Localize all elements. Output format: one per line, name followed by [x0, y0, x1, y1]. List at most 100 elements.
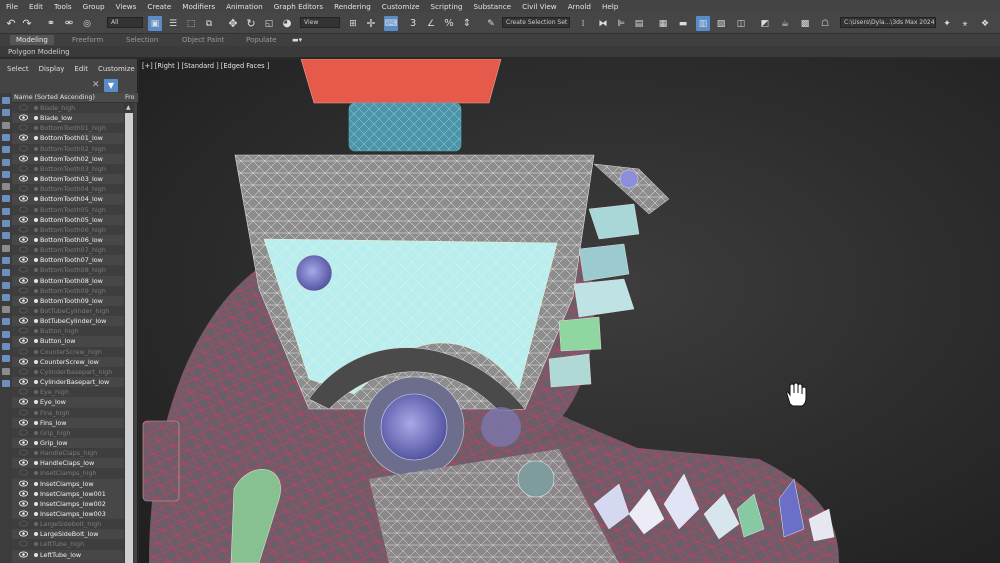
eye-hidden-icon[interactable] [19, 307, 28, 314]
menu-tools[interactable]: Tools [54, 2, 72, 11]
filter-icon[interactable]: ▼ [104, 79, 118, 92]
filter-toggle-icon[interactable] [2, 318, 10, 326]
filter-toggle-icon[interactable] [2, 244, 10, 252]
link-icon[interactable]: ⚭ [44, 16, 58, 31]
eye-icon[interactable] [19, 500, 28, 507]
filter-toggle-icon[interactable] [2, 256, 10, 264]
select-by-name-icon[interactable]: ☰ [166, 16, 180, 31]
list-item[interactable]: BottomTooth08_high [12, 265, 124, 276]
eye-hidden-icon[interactable] [19, 246, 28, 253]
select-object-icon[interactable]: ▣ [148, 16, 162, 31]
eye-hidden-icon[interactable] [19, 124, 28, 131]
eye-icon[interactable] [19, 378, 28, 385]
list-item[interactable]: BottomTooth05_high [12, 204, 124, 215]
list-item[interactable]: BottomTooth05_low [12, 214, 124, 225]
menu-civil-view[interactable]: Civil View [522, 2, 557, 11]
eye-icon[interactable] [19, 114, 28, 121]
scroll-up-icon[interactable]: ▲ [126, 104, 131, 111]
list-item[interactable]: BottomTooth07_low [12, 255, 124, 266]
explorer-menu-display[interactable]: Display [39, 65, 65, 77]
eye-icon[interactable] [19, 175, 28, 182]
menu-rendering[interactable]: Rendering [334, 2, 371, 11]
schematic-view-icon[interactable]: ▧ [714, 16, 728, 31]
eye-icon[interactable] [19, 530, 28, 537]
keyboard-shortcut-toggle-icon[interactable]: ⌨ [384, 16, 398, 31]
filter-toggle-icon[interactable] [2, 281, 10, 289]
filter-toggle-icon[interactable] [2, 343, 10, 350]
column-name-header[interactable]: Name (Sorted Ascending) [14, 94, 95, 101]
rectangular-selection-icon[interactable]: ⬚ [184, 16, 198, 31]
eye-hidden-icon[interactable] [19, 287, 28, 294]
list-item[interactable]: BottomTooth09_high [12, 285, 124, 296]
list-item[interactable]: BottomTooth01_low [12, 133, 124, 144]
eye-hidden-icon[interactable] [19, 185, 28, 192]
menu-create[interactable]: Create [147, 2, 171, 11]
eye-icon[interactable] [19, 419, 28, 426]
eye-hidden-icon[interactable] [19, 540, 28, 547]
explorer-menu-select[interactable]: Select [7, 65, 29, 77]
eye-icon[interactable] [19, 317, 28, 324]
menu-views[interactable]: Views [116, 2, 137, 11]
workspace-path-dropdown[interactable]: C:\Users\Dyla...\3ds Max 2024 [840, 17, 936, 28]
eye-icon[interactable] [19, 195, 28, 202]
unlink-icon[interactable]: ⚮ [62, 16, 76, 31]
list-item[interactable]: BottomTooth04_high [12, 184, 124, 195]
filter-toggle-icon[interactable] [2, 269, 10, 277]
tab-freeform[interactable]: Freeform [72, 36, 103, 44]
list-item[interactable]: Button_low [12, 336, 124, 347]
list-item[interactable]: Grip_high [12, 427, 124, 438]
eye-hidden-icon[interactable] [19, 104, 28, 111]
filter-toggle-icon[interactable] [2, 97, 10, 104]
menu-group[interactable]: Group [83, 2, 105, 11]
eye-hidden-icon[interactable] [19, 226, 28, 233]
menu-help[interactable]: Help [602, 2, 618, 11]
undo-icon[interactable]: ↶ [4, 16, 18, 31]
selection-set-icon[interactable]: ⁞ [576, 16, 590, 31]
list-item[interactable]: LeftTube_low [12, 549, 124, 560]
list-item[interactable]: Fins_high [12, 407, 124, 418]
list-item[interactable]: InsetClamps_low003 [12, 509, 124, 520]
scale-icon[interactable]: ◱ [262, 16, 276, 31]
rotate-icon[interactable]: ↻ [244, 16, 258, 31]
eye-icon[interactable] [19, 439, 28, 446]
list-item[interactable]: HandleClaps_high [12, 448, 124, 459]
list-item[interactable]: CylinderBasepart_high [12, 366, 124, 378]
tab-selection[interactable]: Selection [126, 36, 158, 44]
list-item[interactable]: InsetClamps_low [12, 478, 124, 489]
list-item[interactable]: BottomTooth02_low [12, 153, 124, 164]
filter-toggle-icon[interactable] [2, 158, 10, 166]
eye-hidden-icon[interactable] [19, 266, 28, 273]
list-item[interactable]: BottomTooth07_high [12, 245, 124, 256]
eye-icon[interactable] [19, 236, 28, 243]
select-manipulate-icon[interactable]: ✛ [364, 16, 378, 31]
ribbon-options-icon[interactable]: ▬▾ [292, 36, 302, 44]
placement-icon[interactable]: ◕ [280, 16, 294, 31]
list-item[interactable]: Eye_low [12, 397, 124, 408]
filter-toggle-icon[interactable] [2, 170, 10, 178]
filter-toggle-icon[interactable] [2, 195, 10, 203]
list-item[interactable]: BottomTooth09_low [12, 295, 124, 306]
ribbon-toggle-icon[interactable]: ▬ [676, 16, 690, 31]
filter-toggle-icon[interactable] [2, 121, 10, 129]
eye-hidden-icon[interactable] [19, 388, 28, 395]
list-item[interactable]: BottomTooth04_low [12, 194, 124, 205]
list-item[interactable]: BottomTooth02_high [12, 143, 124, 154]
menu-arnold[interactable]: Arnold [568, 2, 591, 11]
eye-icon[interactable] [19, 216, 28, 223]
polygon-modeling-panel[interactable]: Polygon Modeling [8, 48, 70, 56]
eye-hidden-icon[interactable] [19, 327, 28, 334]
column-frozen-header[interactable]: Fro [125, 94, 134, 101]
list-item[interactable]: Blade_high [12, 103, 124, 114]
eye-icon[interactable] [19, 479, 28, 487]
tab-populate[interactable]: Populate [246, 36, 276, 44]
menu-file[interactable]: File [6, 2, 18, 11]
viewport-canvas[interactable] [139, 59, 1000, 563]
reference-coordinate-dropdown[interactable]: View [300, 17, 340, 28]
list-item[interactable]: CylinderBasepart_low [12, 377, 124, 388]
list-item[interactable]: BottomTooth03_high [12, 163, 124, 175]
tab-modeling[interactable]: Modeling [10, 35, 54, 45]
list-item[interactable]: CounterScrew_high [12, 346, 124, 357]
filter-toggle-icon[interactable] [2, 220, 10, 227]
list-item[interactable]: BottomTooth06_high [12, 224, 124, 235]
mirror-icon[interactable]: ⧓ [596, 16, 610, 31]
